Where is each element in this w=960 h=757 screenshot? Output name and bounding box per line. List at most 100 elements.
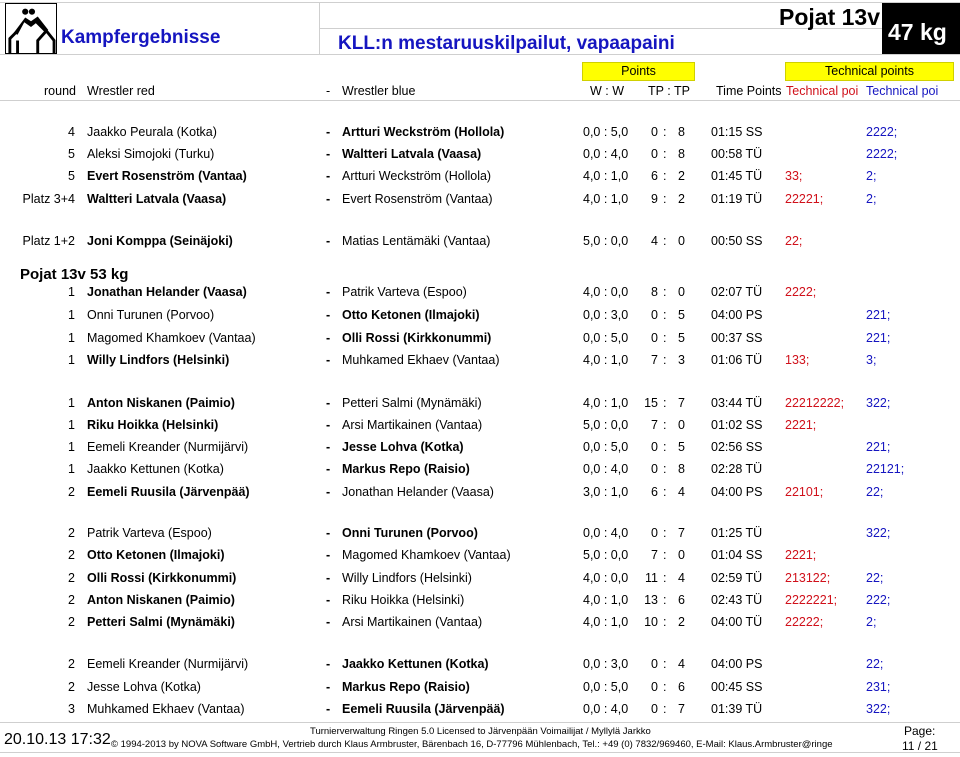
tech-points-colon: : xyxy=(663,548,667,562)
col-header-win-points: W : W xyxy=(590,84,625,98)
tech-points-blue-detail: 322; xyxy=(866,702,891,716)
table-row: 2 Eemeli Ruusila (Järvenpää) - Jonathan Hel… xyxy=(0,485,960,505)
tech-points-red-total: 7 xyxy=(651,548,658,562)
time-and-result: 03:44 TÜ xyxy=(711,396,763,410)
tech-points-blue-detail: 231; xyxy=(866,680,891,694)
wrestler-blue: Olli Rossi (Kirkkonummi) xyxy=(342,331,492,345)
win-points: 0,0 : 5,0 xyxy=(583,331,629,345)
points-group-header: Points xyxy=(582,62,695,81)
wrestler-blue: Patrik Varteva (Espoo) xyxy=(342,285,467,299)
tech-points-red-total: 0 xyxy=(651,331,658,345)
wrestler-blue: Eemeli Ruusila (Järvenpää) xyxy=(342,702,505,716)
win-points: 4,0 : 0,0 xyxy=(583,571,629,585)
time-and-result: 02:56 SS xyxy=(711,440,763,454)
win-points: 4,0 : 1,0 xyxy=(583,353,629,367)
time-and-result: 01:45 TÜ xyxy=(711,169,763,183)
tech-points-colon: : xyxy=(663,571,667,585)
col-header-time-points: Time Points xyxy=(716,84,782,98)
vs-separator: - xyxy=(326,169,331,183)
wrestler-red: Olli Rossi (Kirkkonummi) xyxy=(87,571,237,585)
col-header-tech-red: Technical poi xyxy=(786,84,859,98)
tech-points-red-detail: 22101; xyxy=(785,485,824,499)
vs-separator: - xyxy=(326,526,331,540)
wrestler-blue: Jonathan Helander (Vaasa) xyxy=(342,485,494,499)
tech-points-blue-detail: 2222; xyxy=(866,147,898,161)
header-bottom-rule xyxy=(0,54,960,55)
tech-points-colon: : xyxy=(663,125,667,139)
vs-separator: - xyxy=(326,192,331,206)
tech-points-colon: : xyxy=(663,702,667,716)
table-row: 3 Muhkamed Ekhaev (Vantaa) - Eemeli Ruusila… xyxy=(0,702,960,722)
table-row: 1 Riku Hoikka (Helsinki) - Arsi Martikainen… xyxy=(0,418,960,438)
round-number: 1 xyxy=(68,308,75,322)
footer-top-rule xyxy=(0,722,960,723)
wrestler-blue: Markus Repo (Raisio) xyxy=(342,680,470,694)
round-number: 1 xyxy=(68,396,75,410)
wrestler-blue: Petteri Salmi (Mynämäki) xyxy=(342,396,482,410)
section-title-53kg: Pojat 13v 53 kg xyxy=(20,266,129,283)
round-number: 1 xyxy=(68,331,75,345)
tech-points-blue-total: 8 xyxy=(678,147,685,161)
wrestler-blue: Otto Ketonen (Ilmajoki) xyxy=(342,308,480,322)
tech-points-red-detail: 22222; xyxy=(785,615,824,629)
page-label: Page: xyxy=(904,724,936,738)
tech-points-colon: : xyxy=(663,396,667,410)
wrestler-blue: Evert Rosenström (Vantaa) xyxy=(342,192,493,206)
tech-points-colon: : xyxy=(663,331,667,345)
tech-points-red-total: 4 xyxy=(651,234,658,248)
col-header-tech-blue: Technical poi xyxy=(866,84,939,98)
table-row: 1 Jaakko Kettunen (Kotka) - Markus Repo (Ra… xyxy=(0,462,960,482)
table-row: 1 Anton Niskanen (Paimio) - Petteri Salmi (… xyxy=(0,396,960,416)
time-and-result: 01:25 TÜ xyxy=(711,526,763,540)
time-and-result: 02:43 TÜ xyxy=(711,593,763,607)
tech-points-red-detail: 2222; xyxy=(785,285,817,299)
table-row: 2 Anton Niskanen (Paimio) - Riku Hoikka (He… xyxy=(0,593,960,613)
tech-points-blue-total: 6 xyxy=(678,593,685,607)
vs-separator: - xyxy=(326,234,331,248)
time-and-result: 00:58 TÜ xyxy=(711,147,763,161)
tech-points-blue-total: 5 xyxy=(678,308,685,322)
round-number: 2 xyxy=(68,571,75,585)
wrestler-red: Riku Hoikka (Helsinki) xyxy=(87,418,219,432)
round-number: 1 xyxy=(68,418,75,432)
tech-points-blue-total: 0 xyxy=(678,548,685,562)
table-row: 2 Otto Ketonen (Ilmajoki) - Magomed Khamkoe… xyxy=(0,548,960,568)
tech-points-blue-detail: 2; xyxy=(866,169,877,183)
tech-points-red-total: 6 xyxy=(651,485,658,499)
tech-points-red-total: 8 xyxy=(651,285,658,299)
tech-points-blue-total: 8 xyxy=(678,462,685,476)
tech-points-red-detail: 22212222; xyxy=(785,396,845,410)
tech-points-red-detail: 22; xyxy=(785,234,803,248)
tech-points-red-total: 13 xyxy=(644,593,658,607)
vs-separator: - xyxy=(326,485,331,499)
tech-points-red-detail: 2221; xyxy=(785,418,817,432)
tech-points-red-total: 0 xyxy=(651,680,658,694)
tech-points-colon: : xyxy=(663,192,667,206)
round-number: 2 xyxy=(68,680,75,694)
col-header-round: round xyxy=(44,84,76,98)
wrestler-blue: Waltteri Latvala (Vaasa) xyxy=(342,147,482,161)
time-and-result: 04:00 PS xyxy=(711,308,763,322)
tech-points-blue-detail: 2; xyxy=(866,615,877,629)
col-header-wrestler-red: Wrestler red xyxy=(87,84,155,98)
win-points: 5,0 : 0,0 xyxy=(583,234,629,248)
win-points: 4,0 : 1,0 xyxy=(583,615,629,629)
page-number: 11 / 21 xyxy=(902,739,938,753)
tech-points-blue-detail: 221; xyxy=(866,308,891,322)
wrestler-blue: Magomed Khamkoev (Vantaa) xyxy=(342,548,511,562)
round-number: 5 xyxy=(68,147,75,161)
vs-separator: - xyxy=(326,396,331,410)
win-points: 5,0 : 0,0 xyxy=(583,418,629,432)
vs-separator: - xyxy=(326,571,331,585)
tech-points-blue-detail: 3; xyxy=(866,353,877,367)
tech-points-colon: : xyxy=(663,526,667,540)
round-number: 4 xyxy=(68,125,75,139)
tech-points-red-total: 10 xyxy=(644,615,658,629)
wrestler-blue: Artturi Weckström (Hollola) xyxy=(342,169,492,183)
wrestler-blue: Onni Turunen (Porvoo) xyxy=(342,526,478,540)
column-header-rule xyxy=(0,100,960,101)
win-points: 0,0 : 5,0 xyxy=(583,125,629,139)
table-row: 1 Eemeli Kreander (Nurmijärvi) - Jesse Lohv… xyxy=(0,440,960,460)
vs-separator: - xyxy=(326,147,331,161)
vs-separator: - xyxy=(326,593,331,607)
